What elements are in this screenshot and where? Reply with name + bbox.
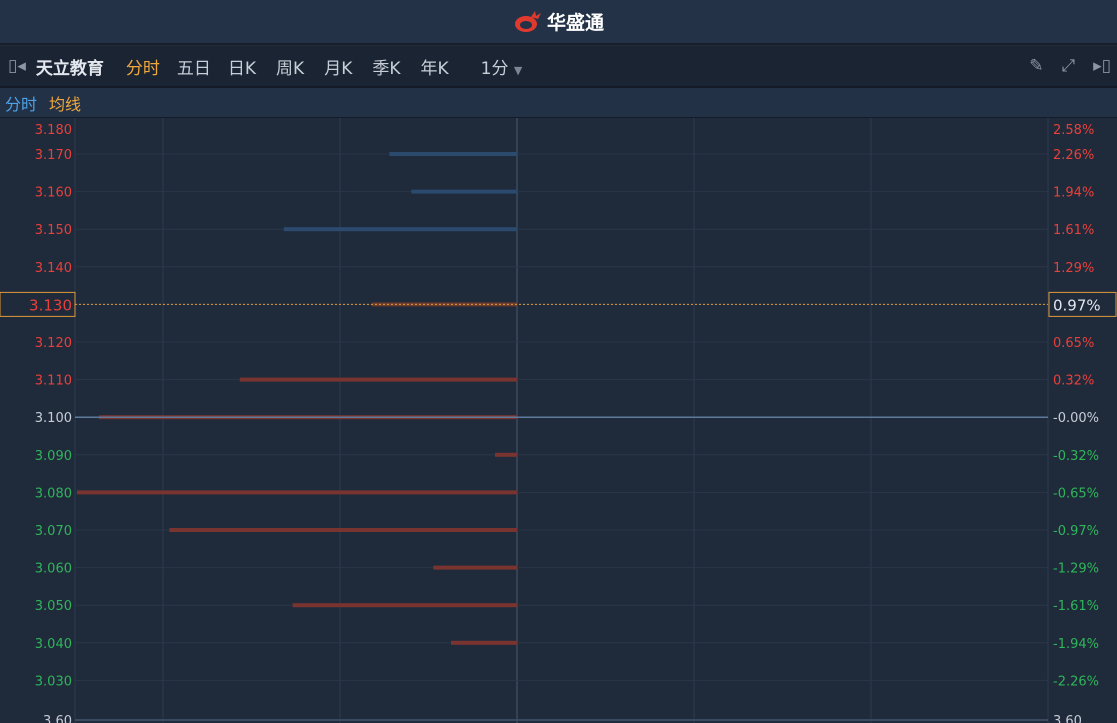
price-tick-label: 3.150 (35, 223, 72, 238)
pct-tick-label: -2.26% (1053, 674, 1099, 689)
pct-tick-label: 1.94% (1053, 186, 1094, 201)
price-tick-label: 3.060 (35, 562, 72, 577)
volume-profile-bar (292, 603, 517, 608)
title-bar: 华盛通 (0, 0, 1117, 45)
interval-select[interactable]: 1分 ▼ (481, 54, 523, 79)
volume-profile-bar (411, 189, 517, 194)
bottom-right-label: 3.60 (1053, 714, 1082, 723)
pct-tick-label: 2.26% (1053, 148, 1094, 163)
price-tick-label: 3.110 (35, 374, 72, 389)
volume-profile-bar (283, 227, 517, 232)
volume-profile-bar (451, 640, 517, 645)
intraday-chart[interactable]: 3.180 2.58% 3.170 2.26% 3.160 1.94% 3.150 1.61%… (0, 118, 1117, 723)
price-tick-label: 3.080 (35, 486, 72, 501)
price-tick-label: 3.180 (35, 123, 72, 138)
pct-tick-label: -0.97% (1053, 524, 1099, 539)
volume-profile-bar (77, 490, 517, 495)
legend-price-line: 分时 (5, 94, 38, 114)
pct-tick-label: -0.65% (1053, 486, 1099, 501)
pct-tick-label: 2.58% (1053, 123, 1094, 138)
pct-tick-label: 1.29% (1053, 261, 1094, 276)
pct-tick-label: 0.32% (1053, 374, 1094, 389)
tab-daily-k[interactable]: 日K (228, 54, 256, 79)
brand-name: 华盛通 (546, 12, 604, 34)
price-tick-label: 3.120 (35, 336, 72, 351)
volume-profile-bar (389, 152, 517, 156)
volume-profile-bar (239, 377, 518, 382)
legend-average-line: 均线 (49, 94, 82, 114)
price-tick-label: 3.140 (35, 261, 72, 276)
price-tick-label: 3.170 (35, 148, 72, 163)
pct-tick-label: -0.00% (1053, 411, 1099, 426)
price-tick-label: 3.050 (35, 599, 72, 614)
pct-tick-label: -0.32% (1053, 449, 1099, 464)
tab-intraday[interactable]: 分时 (126, 54, 160, 79)
tab-monthly-k[interactable]: 月K (324, 54, 352, 79)
price-tick-label: 3.030 (35, 674, 72, 689)
volume-profile-bar (433, 565, 517, 570)
current-pct-label: 0.97% (1053, 296, 1101, 314)
pct-tick-label: -1.29% (1053, 562, 1099, 577)
price-tick-label: 3.090 (35, 449, 72, 464)
tab-five-day[interactable]: 五日 (177, 54, 211, 79)
interval-value: 1分 (480, 58, 509, 79)
current-price-label: 3.130 (29, 296, 72, 314)
price-tick-label: 3.100 (35, 411, 72, 426)
tab-weekly-k[interactable]: 周K (276, 54, 304, 79)
legend-bar: 分时 均线 (0, 88, 1117, 118)
volume-profile-bar (169, 528, 517, 532)
pct-tick-label: 0.65% (1053, 336, 1094, 351)
price-tick-label: 3.160 (35, 186, 72, 201)
chevron-down-icon: ▼ (513, 63, 523, 77)
pct-tick-label: -1.61% (1053, 599, 1099, 614)
pct-tick-label: 1.61% (1053, 223, 1094, 238)
stock-name: 天立教育 (35, 58, 104, 79)
pct-tick-label: -1.94% (1053, 637, 1099, 652)
tab-yearly-k[interactable]: 年K (421, 54, 449, 79)
bottom-left-label: 3.60 (43, 714, 72, 723)
toolbar: ▯◂ 天立教育 分时 五日 日K 周K 月K 季K 年K 1分 ▼ ✎ ⤢ ▸▯ (0, 46, 1117, 88)
brand-logo: 华盛通 (513, 8, 604, 35)
volume-profile-bar (495, 452, 517, 457)
tab-quarterly-k[interactable]: 季K (372, 54, 400, 79)
pencil-icon[interactable]: ✎ (1029, 56, 1043, 76)
price-tick-label: 3.040 (35, 637, 72, 652)
price-tick-label: 3.070 (35, 524, 72, 539)
collapse-right-icon[interactable]: ▸▯ (1093, 56, 1111, 76)
fullscreen-icon[interactable]: ⤢ (1062, 56, 1076, 76)
brand-flame-icon (514, 10, 541, 32)
collapse-left-icon[interactable]: ▯◂ (8, 56, 26, 76)
